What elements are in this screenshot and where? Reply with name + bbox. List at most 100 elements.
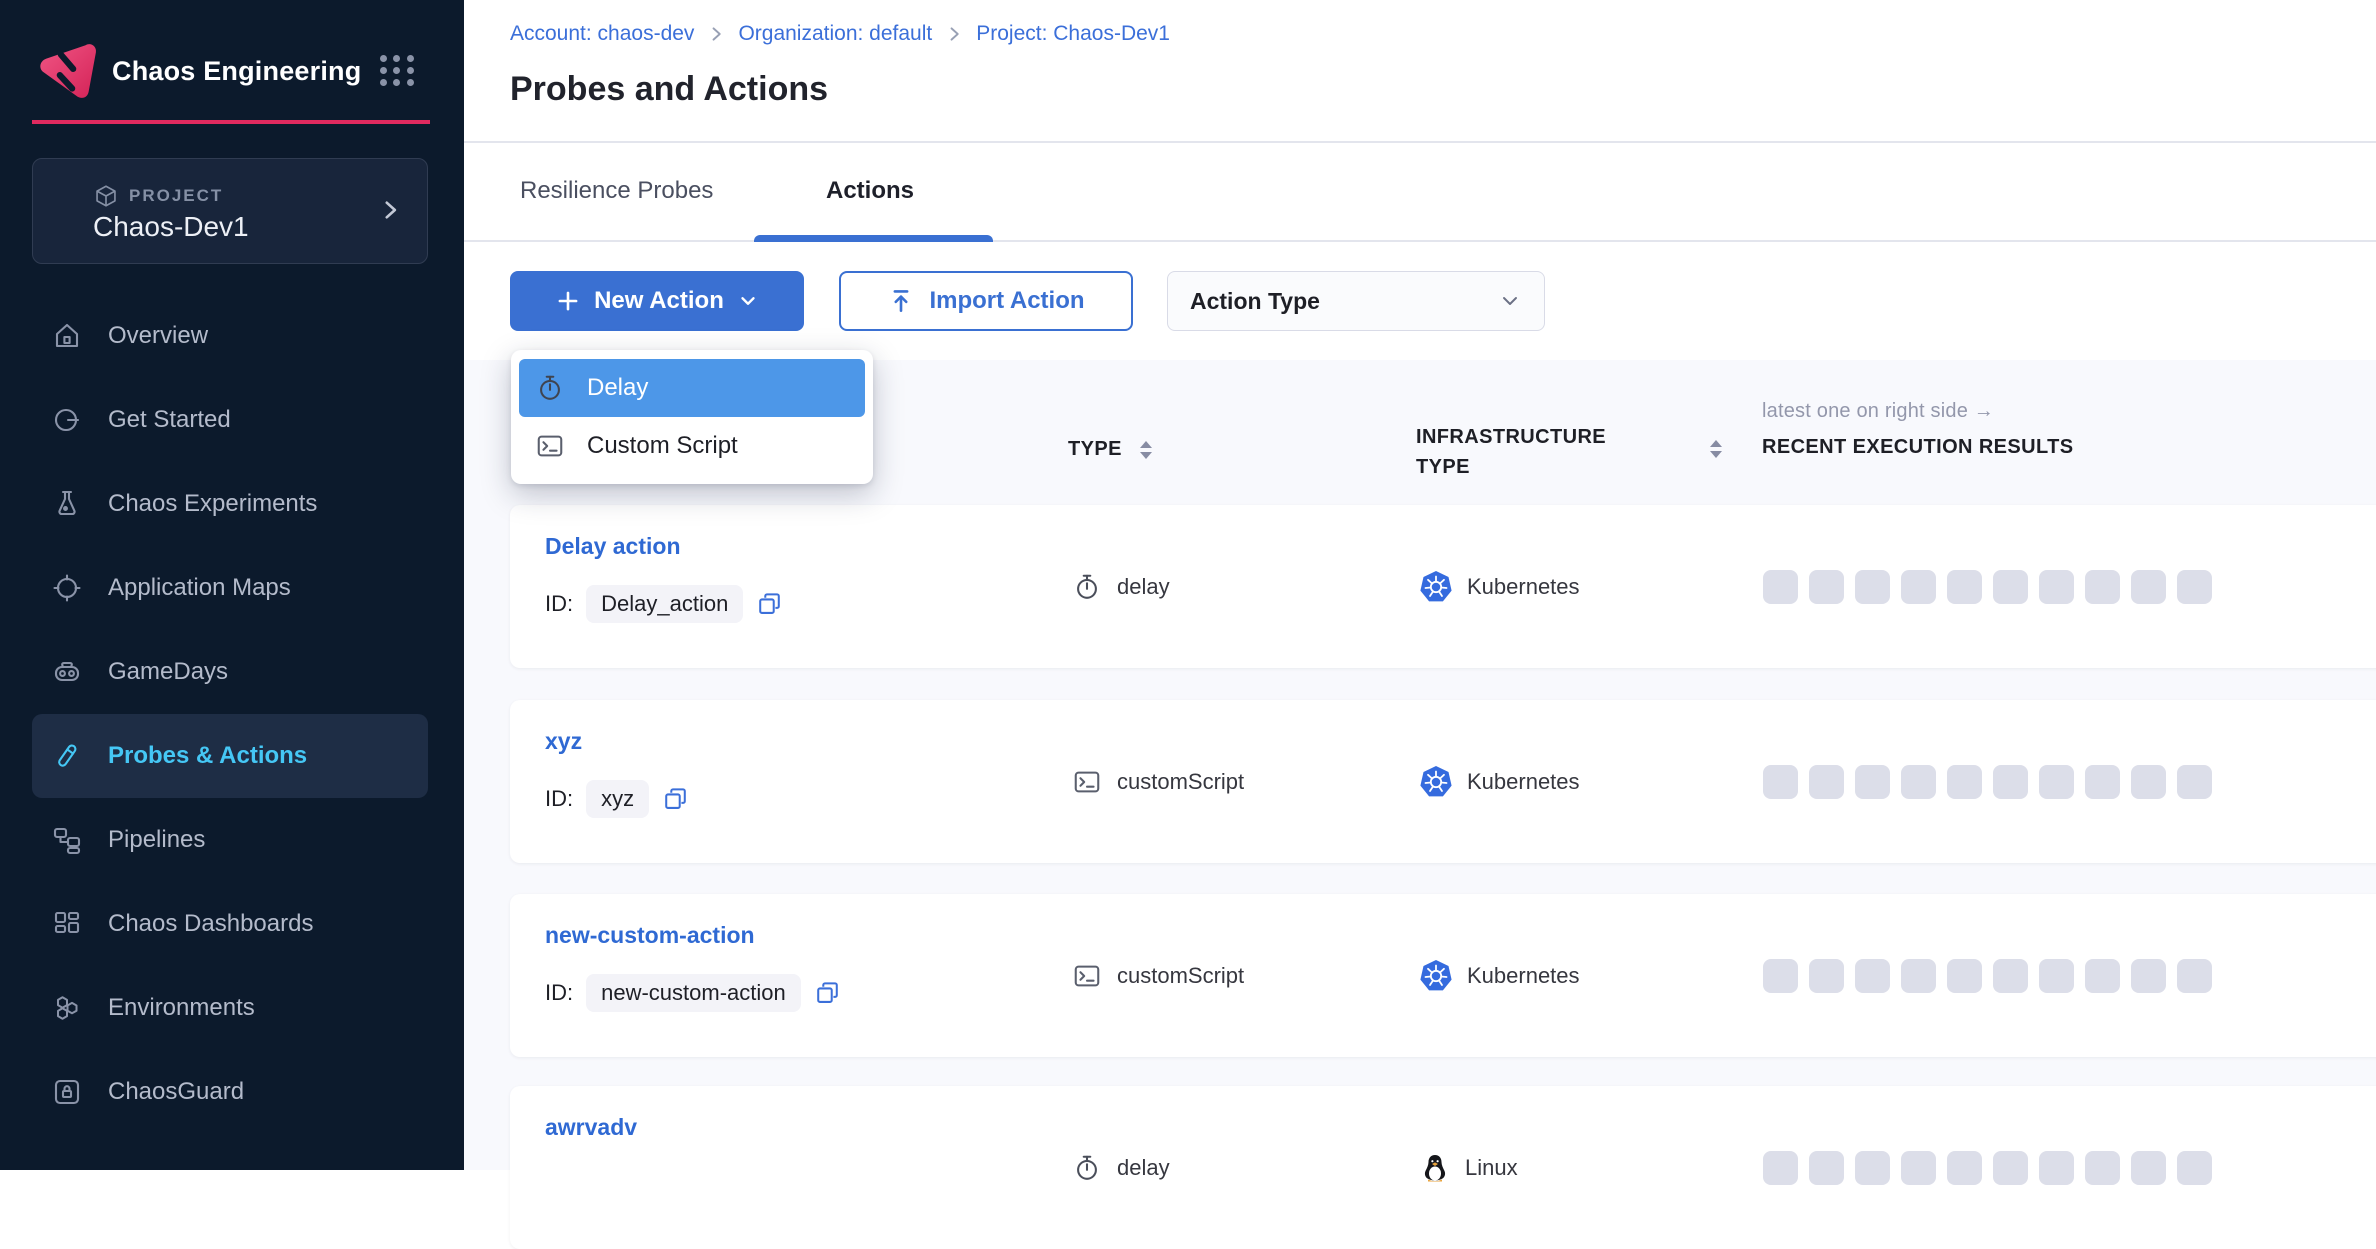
execution-result-placeholder: [1947, 1151, 1982, 1185]
execution-result-placeholder: [1901, 570, 1936, 604]
menu-item-custom-script[interactable]: Custom Script: [519, 417, 865, 475]
execution-result-placeholder: [1763, 1151, 1798, 1185]
home-icon: [51, 320, 83, 352]
action-name-link[interactable]: Delay action: [545, 533, 681, 560]
chevron-down-icon: [737, 290, 759, 312]
sidebar-item-probes-actions[interactable]: Probes & Actions: [32, 714, 428, 798]
table-row: xyz ID: xyz customScript: [510, 700, 2376, 863]
action-type-value: delay: [1117, 574, 1170, 600]
import-icon: [887, 287, 915, 315]
sidebar-item-application-maps[interactable]: Application Maps: [32, 546, 428, 630]
execution-result-placeholder: [2131, 959, 2166, 993]
execution-result-placeholder: [2039, 1151, 2074, 1185]
sidebar-item-label: Chaos Dashboards: [108, 910, 313, 938]
action-type-cell: delay: [1072, 505, 1170, 668]
kubernetes-icon: [1419, 959, 1453, 993]
execution-result-placeholder: [2177, 959, 2212, 993]
column-header-type[interactable]: TYPE: [1068, 438, 1152, 461]
action-id-row: ID: xyz: [545, 780, 689, 818]
column-header-label: TYPE: [1416, 452, 1606, 482]
action-name-link[interactable]: new-custom-action: [545, 922, 755, 949]
import-action-button[interactable]: Import Action: [839, 271, 1133, 331]
sidebar-item-get-started[interactable]: Get Started: [32, 378, 428, 462]
execution-result-placeholder: [2085, 1151, 2120, 1185]
copy-icon[interactable]: [662, 786, 689, 813]
action-name-link[interactable]: xyz: [545, 728, 582, 755]
breadcrumb-organization[interactable]: Organization: default: [738, 22, 932, 46]
get-started-icon: [51, 404, 83, 436]
breadcrumb-account[interactable]: Account: chaos-dev: [510, 22, 694, 46]
execution-result-placeholder: [1901, 959, 1936, 993]
page-header: Account: chaos-dev Organization: default…: [464, 0, 2376, 143]
brand-accent-divider: [32, 120, 430, 124]
test-tube-icon: [51, 740, 83, 772]
execution-result-placeholder: [2039, 570, 2074, 604]
table-row: awrvadv delay Linux: [510, 1086, 2376, 1249]
execution-result-placeholder: [1855, 959, 1890, 993]
action-type-value: customScript: [1117, 769, 1244, 795]
sidebar-item-label: Get Started: [108, 406, 231, 434]
gamepad-icon: [51, 656, 83, 688]
action-id-value: xyz: [586, 780, 649, 818]
column-header-infrastructure-type[interactable]: INFRASTRUCTURE TYPE: [1416, 422, 1606, 482]
infrastructure-value: Linux: [1465, 1155, 1518, 1181]
actions-toolbar: New Action Import Action Action Type: [464, 244, 2376, 360]
terminal-icon: [535, 431, 565, 461]
lock-icon: [51, 1076, 83, 1108]
recent-execution-results: [1763, 1086, 2212, 1249]
execution-result-placeholder: [2039, 959, 2074, 993]
breadcrumb-project[interactable]: Project: Chaos-Dev1: [976, 22, 1170, 46]
project-selector[interactable]: PROJECT Chaos-Dev1: [32, 158, 428, 264]
execution-result-placeholder: [2085, 570, 2120, 604]
new-action-button[interactable]: New Action: [510, 271, 804, 331]
sidebar-item-label: ChaosGuard: [108, 1078, 244, 1106]
active-tab-indicator: [754, 235, 993, 242]
infrastructure-value: Kubernetes: [1467, 769, 1580, 795]
action-type-filter[interactable]: Action Type: [1167, 271, 1545, 331]
sidebar-item-pipelines[interactable]: Pipelines: [32, 798, 428, 882]
execution-result-placeholder: [1809, 765, 1844, 799]
tab-resilience-probes[interactable]: Resilience Probes: [520, 177, 713, 205]
sidebar: Chaos Engineering PROJECT Chaos-Dev1 Ove…: [0, 0, 464, 1170]
action-id-row: ID: Delay_action: [545, 585, 783, 623]
sidebar-item-chaos-dashboards[interactable]: Chaos Dashboards: [32, 882, 428, 966]
execution-result-placeholder: [2177, 1151, 2212, 1185]
sidebar-item-environments[interactable]: Environments: [32, 966, 428, 1050]
menu-item-label: Custom Script: [587, 432, 738, 460]
execution-result-placeholder: [2085, 765, 2120, 799]
execution-result-placeholder: [2177, 765, 2212, 799]
column-header-recent-execution-results: RECENT EXECUTION RESULTS: [1762, 436, 2073, 459]
target-icon: [51, 572, 83, 604]
sidebar-nav: Overview Get Started Chaos Experiments A…: [32, 294, 428, 1134]
recent-execution-results: [1763, 894, 2212, 1057]
menu-item-delay[interactable]: Delay: [519, 359, 865, 417]
sidebar-item-chaos-experiments[interactable]: Chaos Experiments: [32, 462, 428, 546]
app-switcher-icon[interactable]: [377, 52, 417, 88]
copy-icon[interactable]: [756, 591, 783, 618]
execution-result-placeholder: [1855, 570, 1890, 604]
app-title: Chaos Engineering: [112, 56, 361, 87]
execution-result-placeholder: [1763, 959, 1798, 993]
harness-chaos-logo-icon: [34, 38, 100, 104]
infrastructure-value: Kubernetes: [1467, 963, 1580, 989]
sidebar-item-overview[interactable]: Overview: [32, 294, 428, 378]
execution-result-placeholder: [1855, 1151, 1890, 1185]
action-name-link[interactable]: awrvadv: [545, 1114, 637, 1141]
tab-actions[interactable]: Actions: [826, 177, 914, 205]
sidebar-item-gamedays[interactable]: GameDays: [32, 630, 428, 714]
tabs-bar: Resilience Probes Actions: [464, 145, 2376, 242]
sort-icon: [1710, 440, 1722, 458]
infrastructure-cell: Kubernetes: [1419, 505, 1580, 668]
sidebar-item-chaosguard[interactable]: ChaosGuard: [32, 1050, 428, 1134]
sidebar-header: Chaos Engineering: [0, 0, 464, 122]
id-label: ID:: [545, 786, 573, 812]
execution-result-placeholder: [1947, 765, 1982, 799]
pipelines-icon: [51, 824, 83, 856]
infrastructure-cell: Linux: [1419, 1086, 1518, 1249]
execution-result-placeholder: [1763, 570, 1798, 604]
copy-icon[interactable]: [814, 980, 841, 1007]
project-name: Chaos-Dev1: [93, 211, 249, 243]
execution-result-placeholder: [1855, 765, 1890, 799]
results-order-note: latest one on right side →: [1762, 400, 1994, 423]
terminal-icon: [1072, 961, 1102, 991]
